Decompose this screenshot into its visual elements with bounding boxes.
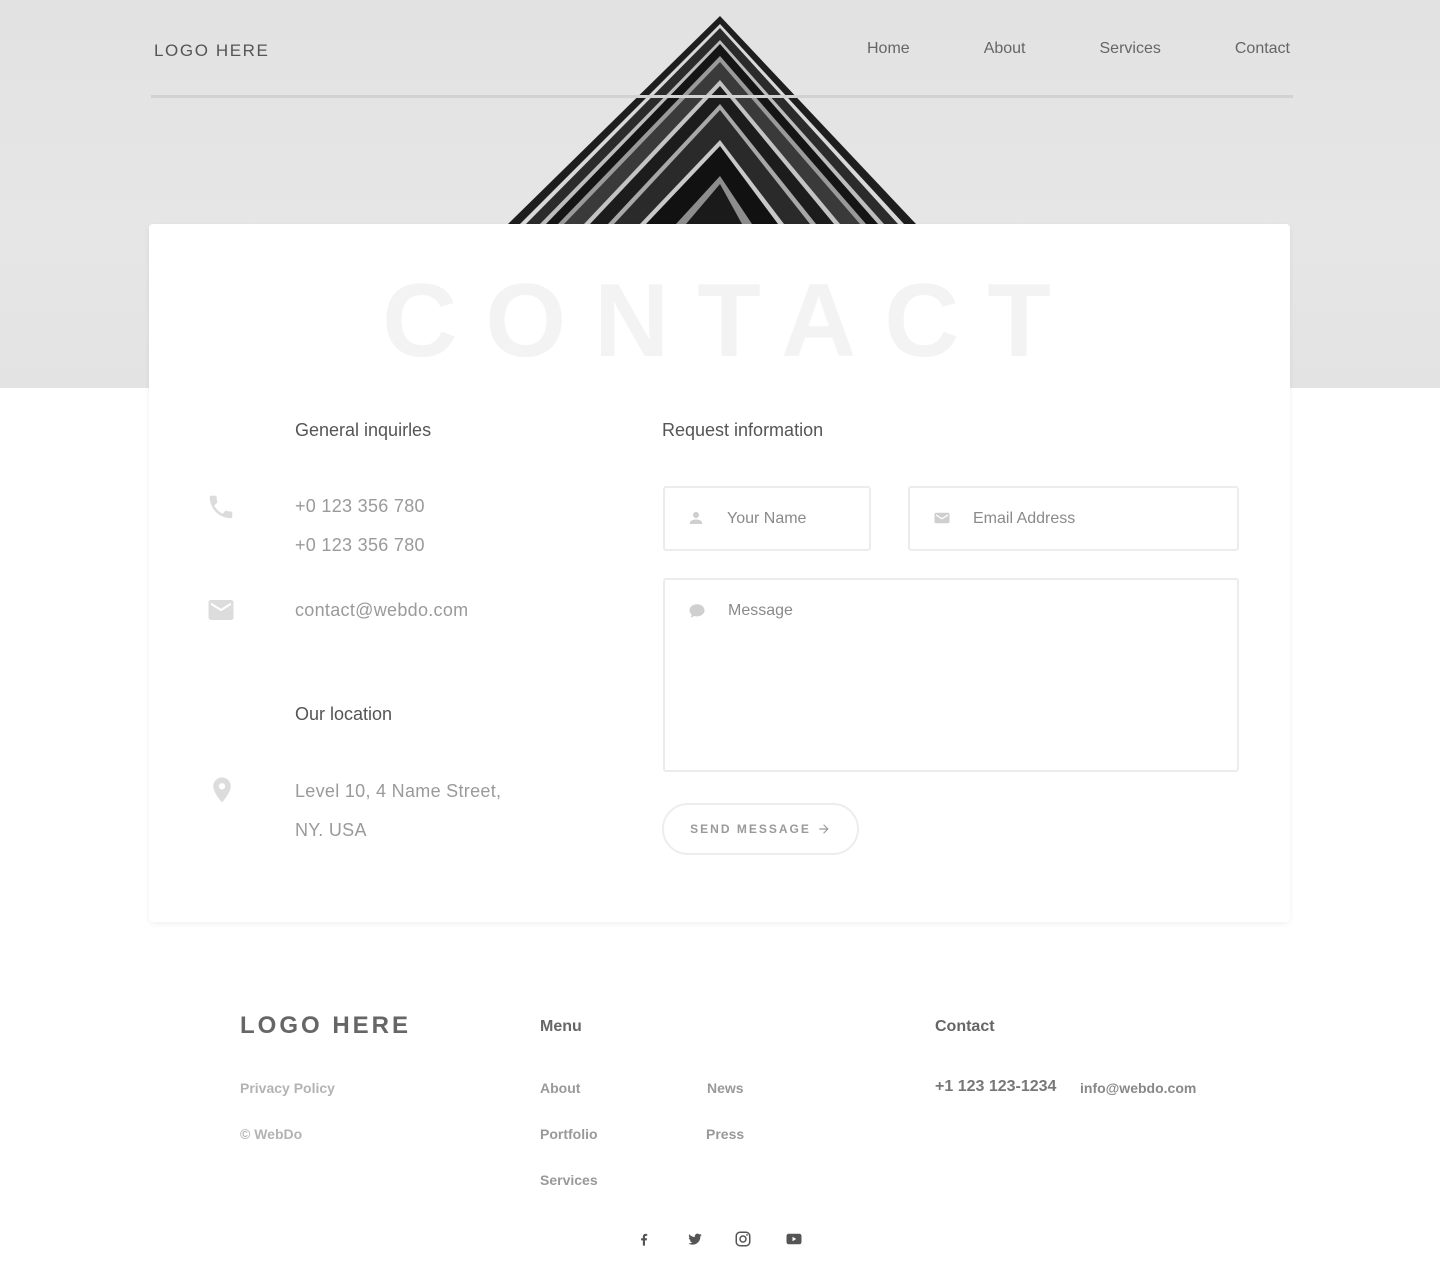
header-logo[interactable]: LOGO HERE [154,41,269,61]
youtube-icon[interactable] [784,1229,804,1249]
facebook-icon[interactable] [634,1229,654,1249]
envelope-icon [206,595,236,625]
phone-icon [206,492,236,522]
name-placeholder: Your Name [727,510,807,527]
footer-menu-heading: Menu [540,1018,582,1035]
phone-number-1: +0 123 356 780 [295,496,425,516]
map-pin-icon [207,775,237,805]
message-textarea[interactable]: Message [663,578,1239,772]
our-location-heading: Our location [295,704,393,724]
address-line-2: NY. USA [295,820,367,840]
footer-link-services[interactable]: Services [540,1172,598,1188]
footer-contact-heading: Contact [935,1018,995,1035]
footer-logo[interactable]: LOGO HERE [240,1012,411,1040]
contact-email[interactable]: contact@webdo.com [295,591,468,630]
instagram-icon[interactable] [733,1229,753,1249]
footer-phone[interactable]: +1 123 123-1234 [935,1078,1056,1096]
twitter-icon[interactable] [685,1229,705,1249]
nav-home[interactable]: Home [867,40,910,58]
footer-link-press[interactable]: Press [706,1126,744,1142]
footer-email[interactable]: info@webdo.com [1080,1080,1196,1096]
footer-link-portfolio[interactable]: Portfolio [540,1126,598,1142]
nav-contact[interactable]: Contact [1235,40,1290,58]
copyright: © WebDo [240,1126,303,1142]
envelope-small-icon [933,509,951,532]
chat-bubble-icon [688,602,706,625]
main-nav: Home About Services Contact [867,40,1290,58]
name-input[interactable]: Your Name [663,486,871,551]
user-icon [687,509,705,532]
page-title: CONTACT [382,263,1079,379]
nav-about[interactable]: About [984,40,1026,58]
footer-link-news[interactable]: News [707,1080,744,1096]
general-inquiries-heading: General inquirles [295,420,432,440]
send-message-label: SEND MESSAGE [690,822,811,836]
footer-link-about[interactable]: About [540,1080,580,1096]
email-input[interactable]: Email Address [908,486,1239,551]
message-placeholder: Message [728,602,793,619]
request-information-heading: Request information [662,420,824,440]
nav-services[interactable]: Services [1100,40,1161,58]
phone-number-2: +0 123 356 780 [295,535,425,555]
top-navigation: LOGO HERE Home About Services Contact [151,0,1293,98]
privacy-policy-link[interactable]: Privacy Policy [240,1080,335,1096]
arrow-right-icon [819,824,829,834]
contact-card: CONTACT General inquirles +0 123 356 780… [149,224,1290,922]
send-message-button[interactable]: SEND MESSAGE [662,803,859,855]
address-line-1: Level 10, 4 Name Street, [295,781,502,801]
email-placeholder: Email Address [973,510,1076,527]
